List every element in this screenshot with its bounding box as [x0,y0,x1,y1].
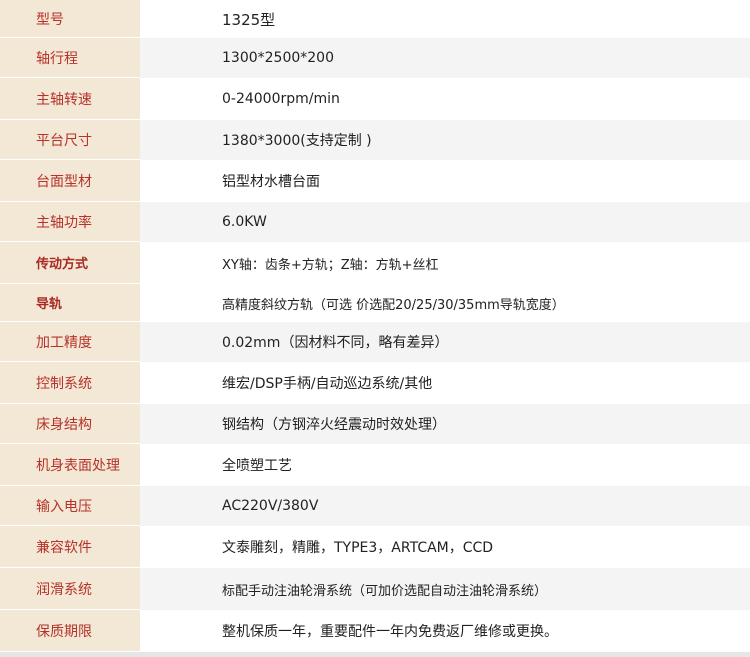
row-value-guide-rail: 高精度斜纹方轨（可选 价选配20/25/30/35mm导轨宽度） [222,297,565,313]
table-row: 机身表面处理 全喷塑工艺 [0,444,750,486]
row-value-control-system: 维宏/DSP手柄/自动巡边系统/其他 [222,376,433,392]
row-label-warranty: 保质期限 [0,610,140,652]
row-value-bed-structure: 钢结构（方钢淬火经震动时效处理） [140,404,750,444]
table-row: 加工精度 0.02mm（因材料不同，略有差异） [0,322,750,362]
row-value-table-size: 1380*3000(支持定制 ) [140,120,750,160]
table-row: 控制系统 维宏/DSP手柄/自动巡边系统/其他 [0,362,750,404]
row-value-table-material: 铝型材水槽台面 [222,174,320,190]
row-value-warranty: 整机保质一年，重要配件一年内免费返厂维修或更换。 [222,624,558,640]
bottom-divider [0,652,750,657]
row-value-spindle-power: 6.0KW [140,202,750,242]
row-value-transmission: XY轴：齿条+方轨；Z轴：方轨+丝杠 [222,257,439,273]
table-row: 输入电压 AC220V/380V [0,486,750,526]
table-row: 主轴功率 6.0KW [0,202,750,242]
row-label-lubrication: 润滑系统 [0,568,140,610]
row-label-table-material: 台面型材 [0,160,140,202]
row-label-guide-rail: 导轨 [0,284,140,322]
row-label-bed-structure: 床身结构 [0,404,140,444]
row-label-transmission: 传动方式 [0,242,140,284]
row-label-table-size: 平台尺寸 [0,120,140,160]
row-label-surface-treatment: 机身表面处理 [0,444,140,486]
row-value-axis-travel: 1300*2500*200 [140,38,750,78]
row-value-input-voltage: AC220V/380V [140,486,750,526]
table-row: 导轨 高精度斜纹方轨（可选 价选配20/25/30/35mm导轨宽度） [0,284,750,322]
row-value-surface-treatment: 全喷塑工艺 [222,458,292,474]
table-row: 台面型材 铝型材水槽台面 [0,160,750,202]
table-row: 主轴转速 0-24000rpm/min [0,78,750,120]
row-label-control-system: 控制系统 [0,362,140,404]
row-label-input-voltage: 输入电压 [0,486,140,526]
row-label-precision: 加工精度 [0,322,140,362]
table-row: 型号 1325型 [0,0,750,38]
spec-table: 型号 1325型 轴行程 1300*2500*200 主轴转速 0-24000r… [0,0,750,657]
row-label-axis-travel: 轴行程 [0,38,140,78]
row-label-spindle-speed: 主轴转速 [0,78,140,120]
table-row: 平台尺寸 1380*3000(支持定制 ) [0,120,750,160]
row-value-spindle-speed: 0-24000rpm/min [222,91,340,107]
row-value-compatible-software: 文泰雕刻，精雕，TYPE3，ARTCAM，CCD [222,540,494,556]
table-row: 轴行程 1300*2500*200 [0,38,750,78]
table-row: 兼容软件 文泰雕刻，精雕，TYPE3，ARTCAM，CCD [0,526,750,568]
row-value-precision: 0.02mm（因材料不同，略有差异） [140,322,750,362]
row-label-spindle-power: 主轴功率 [0,202,140,242]
row-label-compatible-software: 兼容软件 [0,526,140,568]
row-value-model: 1325型 [222,10,276,29]
table-row: 润滑系统 标配手动注油轮滑系统（可加价选配自动注油轮滑系统） [0,568,750,610]
table-row: 传动方式 XY轴：齿条+方轨；Z轴：方轨+丝杠 [0,242,750,284]
table-row: 保质期限 整机保质一年，重要配件一年内免费返厂维修或更换。 [0,610,750,652]
table-row: 床身结构 钢结构（方钢淬火经震动时效处理） [0,404,750,444]
row-label-model: 型号 [0,0,140,38]
row-value-lubrication: 标配手动注油轮滑系统（可加价选配自动注油轮滑系统） [140,568,750,610]
